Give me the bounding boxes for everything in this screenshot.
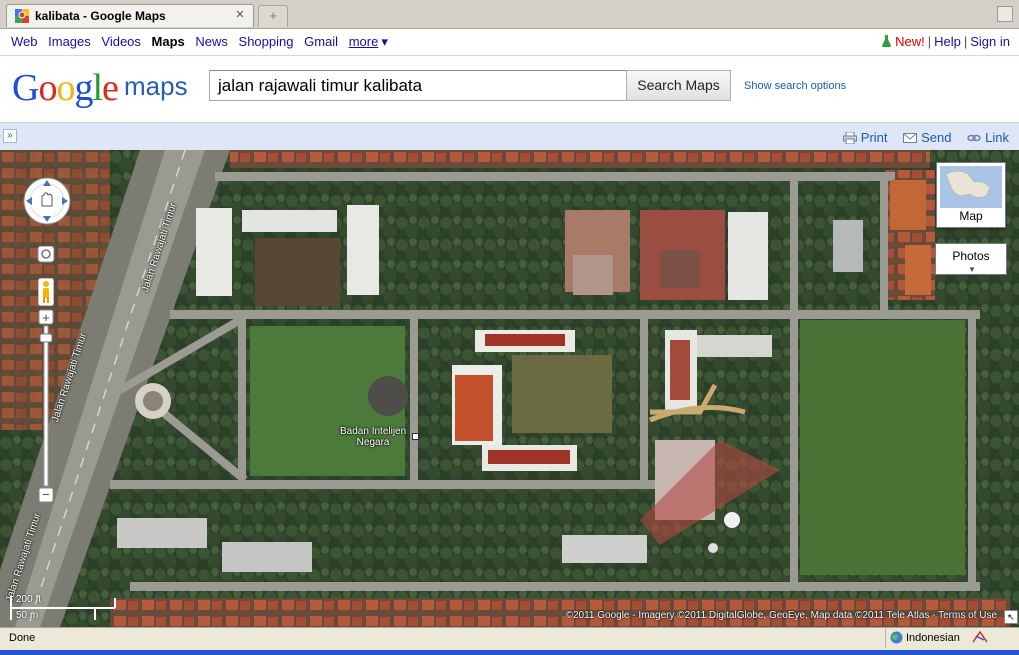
window-button-icon[interactable] bbox=[997, 6, 1013, 22]
status-text: Done bbox=[9, 632, 36, 644]
help-link[interactable]: Help bbox=[934, 34, 961, 49]
gbar-link-images[interactable]: Images bbox=[48, 34, 91, 49]
sign-in-link[interactable]: Sign in bbox=[970, 34, 1010, 49]
logo-letter: o bbox=[38, 67, 57, 109]
scale-ft-label: 200 ft bbox=[16, 594, 42, 605]
gbar-links: Web Images Videos Maps News Shopping Gma… bbox=[11, 29, 395, 55]
map-type-map-label: Map bbox=[959, 209, 983, 223]
scale-bar: 200 ft 50 m bbox=[10, 594, 120, 624]
logo-letter: o bbox=[56, 67, 75, 109]
google-logo[interactable]: Google bbox=[12, 66, 119, 110]
print-label: Print bbox=[860, 130, 888, 145]
map-toolbar: » Print Send Link bbox=[0, 122, 1019, 151]
link-button[interactable]: Link bbox=[967, 130, 1009, 145]
scale-m-label: 50 m bbox=[16, 610, 39, 621]
gbar-more-link[interactable]: more bbox=[349, 34, 379, 49]
labs-flask-icon bbox=[882, 35, 892, 47]
photos-label: Photos bbox=[952, 249, 990, 263]
gbar-link-videos[interactable]: Videos bbox=[101, 34, 141, 49]
print-button[interactable]: Print bbox=[842, 130, 888, 145]
gbar-link-maps[interactable]: Maps bbox=[152, 34, 185, 49]
map-thumbnail-icon bbox=[940, 166, 1002, 208]
chain-link-icon bbox=[967, 134, 981, 142]
maps-header: Google maps jalan rajawali timur kalibat… bbox=[0, 56, 1019, 122]
language-indicator[interactable]: Indonesian bbox=[885, 628, 969, 648]
logo-letter: g bbox=[74, 67, 93, 109]
separator: | bbox=[963, 34, 968, 49]
show-search-options-link[interactable]: Show search options bbox=[744, 80, 846, 92]
gbar-user-links: New! | Help | Sign in bbox=[882, 29, 1010, 55]
google-maps-favicon-icon bbox=[15, 9, 29, 23]
svg-text:+: + bbox=[42, 310, 50, 325]
globe-icon bbox=[890, 631, 903, 644]
new-link[interactable]: New! bbox=[895, 34, 925, 49]
map-type-map-button[interactable]: Map bbox=[936, 162, 1006, 228]
gbar-link-web[interactable]: Web bbox=[11, 34, 38, 49]
logo-letter: l bbox=[92, 67, 103, 109]
send-button[interactable]: Send bbox=[903, 130, 952, 145]
satellite-imagery[interactable] bbox=[0, 150, 1019, 627]
browser-tab-strip: kalibata - Google Maps ✕ + bbox=[0, 0, 1019, 29]
gbar-link-gmail[interactable]: Gmail bbox=[304, 34, 338, 49]
map-copyright[interactable]: ©2011 Google - Imagery ©2011 DigitalGlob… bbox=[566, 610, 997, 621]
collapse-panel-button[interactable]: » bbox=[3, 129, 17, 143]
chevron-down-icon[interactable]: ▾ bbox=[381, 34, 388, 49]
resize-corner-icon[interactable]: ↖ bbox=[1004, 610, 1018, 624]
google-bar: Web Images Videos Maps News Shopping Gma… bbox=[0, 29, 1019, 56]
place-marker-icon[interactable] bbox=[412, 433, 419, 440]
search-maps-button[interactable]: Search Maps bbox=[626, 70, 731, 101]
envelope-icon bbox=[903, 133, 918, 143]
taskbar-edge bbox=[0, 650, 1019, 655]
toolbar-actions: Print Send Link bbox=[831, 123, 1009, 153]
pan-control-icon[interactable] bbox=[22, 176, 72, 226]
browser-status-bar: Done Indonesian bbox=[0, 627, 1019, 655]
satellite-map[interactable]: Jalan Rawajati Timur Jalan Rawajati Timu… bbox=[0, 150, 1019, 627]
map-type-photos-button[interactable]: Photos ▼ bbox=[935, 243, 1007, 275]
svg-text:−: − bbox=[42, 487, 50, 502]
chevron-down-icon: ▼ bbox=[968, 265, 976, 274]
search-input[interactable]: jalan rajawali timur kalibata bbox=[209, 70, 627, 101]
gbar-link-shopping[interactable]: Shopping bbox=[239, 34, 294, 49]
place-label[interactable]: Badan Intelijen Negara bbox=[340, 426, 419, 448]
new-tab-button[interactable]: + bbox=[258, 5, 288, 27]
place-label-text: Badan Intelijen Negara bbox=[340, 426, 407, 448]
link-label: Link bbox=[985, 130, 1009, 145]
browser-tab-title: kalibata - Google Maps bbox=[35, 9, 166, 23]
logo-letter: G bbox=[12, 67, 39, 109]
logo-letter: e bbox=[102, 67, 119, 109]
street-view-pegman-icon[interactable] bbox=[38, 278, 54, 306]
separator: | bbox=[927, 34, 932, 49]
language-label: Indonesian bbox=[906, 632, 960, 644]
printer-icon bbox=[842, 132, 857, 144]
logo-product-name: maps bbox=[124, 71, 188, 101]
browser-tab[interactable]: kalibata - Google Maps ✕ bbox=[6, 4, 254, 27]
send-label: Send bbox=[921, 130, 952, 145]
close-tab-icon[interactable]: ✕ bbox=[233, 9, 247, 23]
network-status-icon bbox=[972, 630, 988, 643]
gbar-link-news[interactable]: News bbox=[195, 34, 228, 49]
